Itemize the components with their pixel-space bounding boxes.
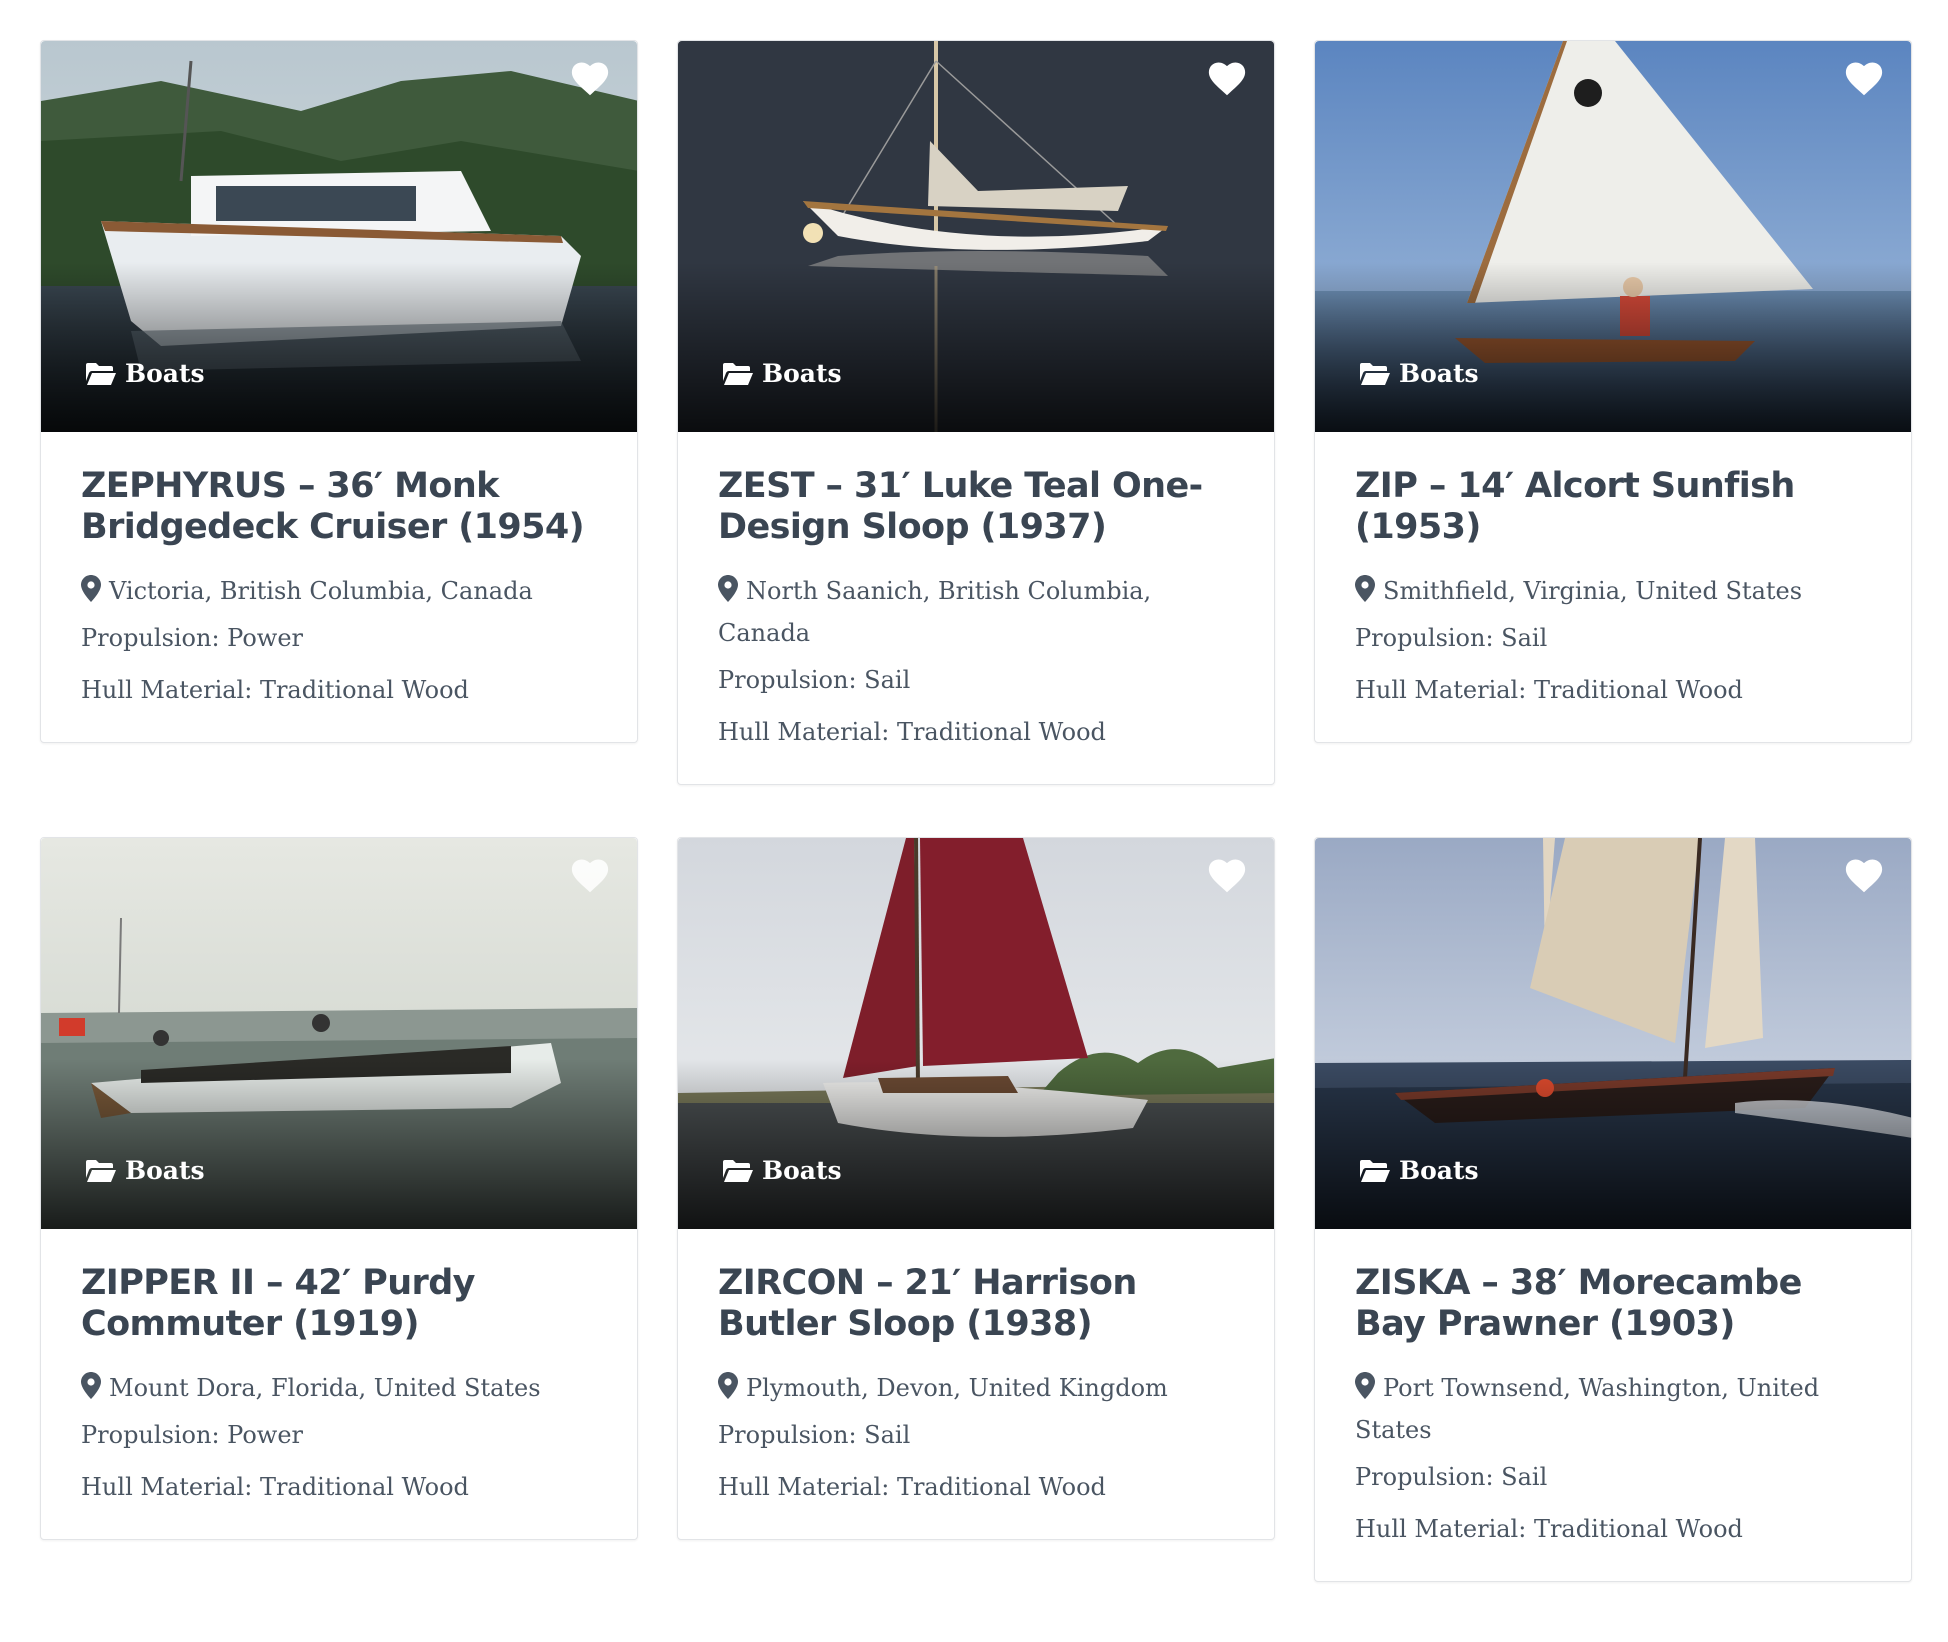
- folder-open-icon: [1360, 1159, 1390, 1182]
- map-pin-icon: [1355, 575, 1375, 602]
- heart-icon[interactable]: [1206, 59, 1248, 97]
- listing-location: Smithfield, Virginia, United States: [1355, 570, 1871, 612]
- folder-open-icon: [1360, 362, 1390, 385]
- listing-photo[interactable]: Boats: [678, 41, 1274, 432]
- location-text: Port Townsend, Washington, United States: [1355, 1374, 1820, 1444]
- listing-propulsion: Propulsion: Power: [81, 624, 304, 652]
- category-text: Boats: [1399, 359, 1479, 388]
- category-text: Boats: [1399, 1156, 1479, 1185]
- listing-location: Mount Dora, Florida, United States: [81, 1367, 597, 1409]
- category-label[interactable]: Boats: [722, 359, 842, 388]
- category-label[interactable]: Boats: [85, 359, 205, 388]
- map-pin-icon: [718, 575, 738, 602]
- heart-icon[interactable]: [569, 59, 611, 97]
- category-text: Boats: [762, 1156, 842, 1185]
- listing-title[interactable]: ZIPPER II – 42′ Purdy Commuter (1919): [81, 1263, 597, 1345]
- map-pin-icon: [81, 1372, 101, 1399]
- map-pin-icon: [1355, 1372, 1375, 1399]
- heart-icon[interactable]: [1843, 59, 1885, 97]
- folder-open-icon: [723, 362, 753, 385]
- listing-details: ZEPHYRUS – 36′ Monk Bridgedeck Cruiser (…: [41, 432, 637, 742]
- listing-photo[interactable]: Boats: [1315, 838, 1911, 1229]
- listing-photo[interactable]: Boats: [41, 41, 637, 432]
- listing-title[interactable]: ZIP – 14′ Alcort Sunfish (1953): [1355, 466, 1871, 548]
- listing-card[interactable]: Boats ZIRCON – 21′ Harrison Butler Sloop…: [677, 837, 1275, 1540]
- listing-propulsion: Propulsion: Sail: [1355, 624, 1548, 652]
- map-pin-icon: [81, 575, 101, 602]
- listing-propulsion: Propulsion: Sail: [718, 666, 911, 694]
- listing-title[interactable]: ZEPHYRUS – 36′ Monk Bridgedeck Cruiser (…: [81, 466, 597, 548]
- listing-propulsion: Propulsion: Power: [81, 1421, 304, 1449]
- listing-photo[interactable]: Boats: [1315, 41, 1911, 432]
- category-text: Boats: [762, 359, 842, 388]
- listing-propulsion: Propulsion: Sail: [1355, 1463, 1548, 1491]
- map-pin-icon: [718, 1372, 738, 1399]
- listing-hull-material: Hull Material: Traditional Wood: [81, 676, 469, 704]
- heart-icon[interactable]: [1843, 856, 1885, 894]
- listing-location: North Saanich, British Columbia, Canada: [718, 570, 1234, 654]
- folder-open-icon: [723, 1159, 753, 1182]
- category-label[interactable]: Boats: [722, 1156, 842, 1185]
- location-text: Smithfield, Virginia, United States: [1383, 577, 1803, 605]
- listing-hull-material: Hull Material: Traditional Wood: [1355, 1515, 1743, 1543]
- location-text: North Saanich, British Columbia, Canada: [718, 577, 1152, 647]
- listing-grid: Boats ZEPHYRUS – 36′ Monk Bridgedeck Cru…: [40, 40, 1912, 1582]
- listing-hull-material: Hull Material: Traditional Wood: [718, 718, 1106, 746]
- listing-card[interactable]: Boats ZIPPER II – 42′ Purdy Commuter (19…: [40, 837, 638, 1540]
- listing-photo[interactable]: Boats: [41, 838, 637, 1229]
- folder-open-icon: [86, 362, 116, 385]
- folder-open-icon: [86, 1159, 116, 1182]
- listing-details: ZISKA – 38′ Morecambe Bay Prawner (1903)…: [1315, 1229, 1911, 1581]
- category-label[interactable]: Boats: [1359, 1156, 1479, 1185]
- listing-card[interactable]: Boats ZEPHYRUS – 36′ Monk Bridgedeck Cru…: [40, 40, 638, 743]
- listing-location: Plymouth, Devon, United Kingdom: [718, 1367, 1234, 1409]
- listing-location: Victoria, British Columbia, Canada: [81, 570, 597, 612]
- listing-card[interactable]: Boats ZISKA – 38′ Morecambe Bay Prawner …: [1314, 837, 1912, 1582]
- location-text: Victoria, British Columbia, Canada: [109, 577, 533, 605]
- listing-propulsion: Propulsion: Sail: [718, 1421, 911, 1449]
- category-label[interactable]: Boats: [1359, 359, 1479, 388]
- listing-details: ZIPPER II – 42′ Purdy Commuter (1919) Mo…: [41, 1229, 637, 1539]
- listing-card[interactable]: Boats ZIP – 14′ Alcort Sunfish (1953) Sm…: [1314, 40, 1912, 743]
- listing-title[interactable]: ZISKA – 38′ Morecambe Bay Prawner (1903): [1355, 1263, 1871, 1345]
- location-text: Mount Dora, Florida, United States: [109, 1374, 541, 1402]
- listing-hull-material: Hull Material: Traditional Wood: [718, 1473, 1106, 1501]
- listing-photo[interactable]: Boats: [678, 838, 1274, 1229]
- category-label[interactable]: Boats: [85, 1156, 205, 1185]
- listing-details: ZIRCON – 21′ Harrison Butler Sloop (1938…: [678, 1229, 1274, 1539]
- category-text: Boats: [125, 359, 205, 388]
- listing-location: Port Townsend, Washington, United States: [1355, 1367, 1871, 1451]
- location-text: Plymouth, Devon, United Kingdom: [746, 1374, 1168, 1402]
- heart-icon[interactable]: [1206, 856, 1248, 894]
- listing-details: ZEST – 31′ Luke Teal One-Design Sloop (1…: [678, 432, 1274, 784]
- listing-title[interactable]: ZEST – 31′ Luke Teal One-Design Sloop (1…: [718, 466, 1234, 548]
- heart-icon[interactable]: [569, 856, 611, 894]
- listing-hull-material: Hull Material: Traditional Wood: [81, 1473, 469, 1501]
- listing-card[interactable]: Boats ZEST – 31′ Luke Teal One-Design Sl…: [677, 40, 1275, 785]
- listing-details: ZIP – 14′ Alcort Sunfish (1953) Smithfie…: [1315, 432, 1911, 742]
- listing-title[interactable]: ZIRCON – 21′ Harrison Butler Sloop (1938…: [718, 1263, 1234, 1345]
- category-text: Boats: [125, 1156, 205, 1185]
- listing-hull-material: Hull Material: Traditional Wood: [1355, 676, 1743, 704]
